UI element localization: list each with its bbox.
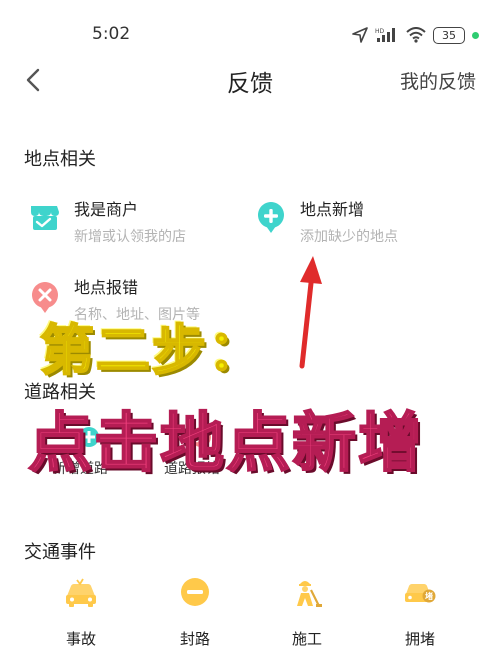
car-accident-icon bbox=[66, 578, 96, 607]
merchant-item[interactable]: 我是商户 新增或认领我的店 bbox=[26, 196, 226, 252]
store-icon bbox=[31, 206, 59, 230]
overlay-instruction-text: 点击地点新增 bbox=[27, 406, 424, 482]
add-location-item[interactable]: 地点新增 添加缺少的地点 bbox=[252, 196, 452, 252]
construction-label: 施工 bbox=[291, 630, 322, 648]
report-location-error-title: 地点报错 bbox=[74, 278, 139, 297]
construction-worker-icon bbox=[297, 581, 322, 607]
signal-icon: HD bbox=[375, 28, 395, 42]
svg-text:堵: 堵 bbox=[425, 591, 433, 601]
construction-item[interactable]: 施工 bbox=[267, 576, 347, 649]
road-closed-item[interactable]: 封路 bbox=[155, 576, 235, 649]
traffic-jam-item[interactable]: 堵 拥堵 bbox=[380, 576, 460, 649]
active-dot-icon bbox=[472, 31, 479, 39]
status-icons: HD 35 bbox=[352, 24, 479, 46]
add-location-item-title: 地点新增 bbox=[300, 200, 365, 219]
section-title-location: 地点相关 bbox=[24, 149, 96, 170]
location-arrow-icon bbox=[352, 27, 368, 43]
status-time: 5:02 bbox=[92, 24, 131, 44]
traffic-jam-icon: 堵 bbox=[405, 584, 436, 603]
add-location-item-subtitle: 添加缺少的地点 bbox=[300, 229, 398, 245]
wifi-icon bbox=[406, 27, 426, 43]
merchant-item-title: 我是商户 bbox=[74, 200, 139, 219]
road-closed-label: 封路 bbox=[179, 630, 210, 648]
svg-text:HD: HD bbox=[375, 28, 385, 35]
annotation-arrow bbox=[299, 256, 322, 369]
battery-indicator: 35 bbox=[433, 26, 465, 44]
traffic-accident-label: 事故 bbox=[65, 630, 96, 648]
road-closed-icon bbox=[181, 578, 209, 606]
overlay-step-text: 第二步： bbox=[39, 318, 264, 383]
section-title-traffic: 交通事件 bbox=[24, 542, 96, 563]
plus-location-icon bbox=[257, 202, 284, 233]
traffic-jam-label: 拥堵 bbox=[404, 630, 435, 648]
my-feedback-link[interactable]: 我的反馈 bbox=[400, 67, 476, 94]
traffic-accident-item[interactable]: 事故 bbox=[41, 576, 121, 649]
merchant-item-subtitle: 新增或认领我的店 bbox=[74, 229, 186, 245]
